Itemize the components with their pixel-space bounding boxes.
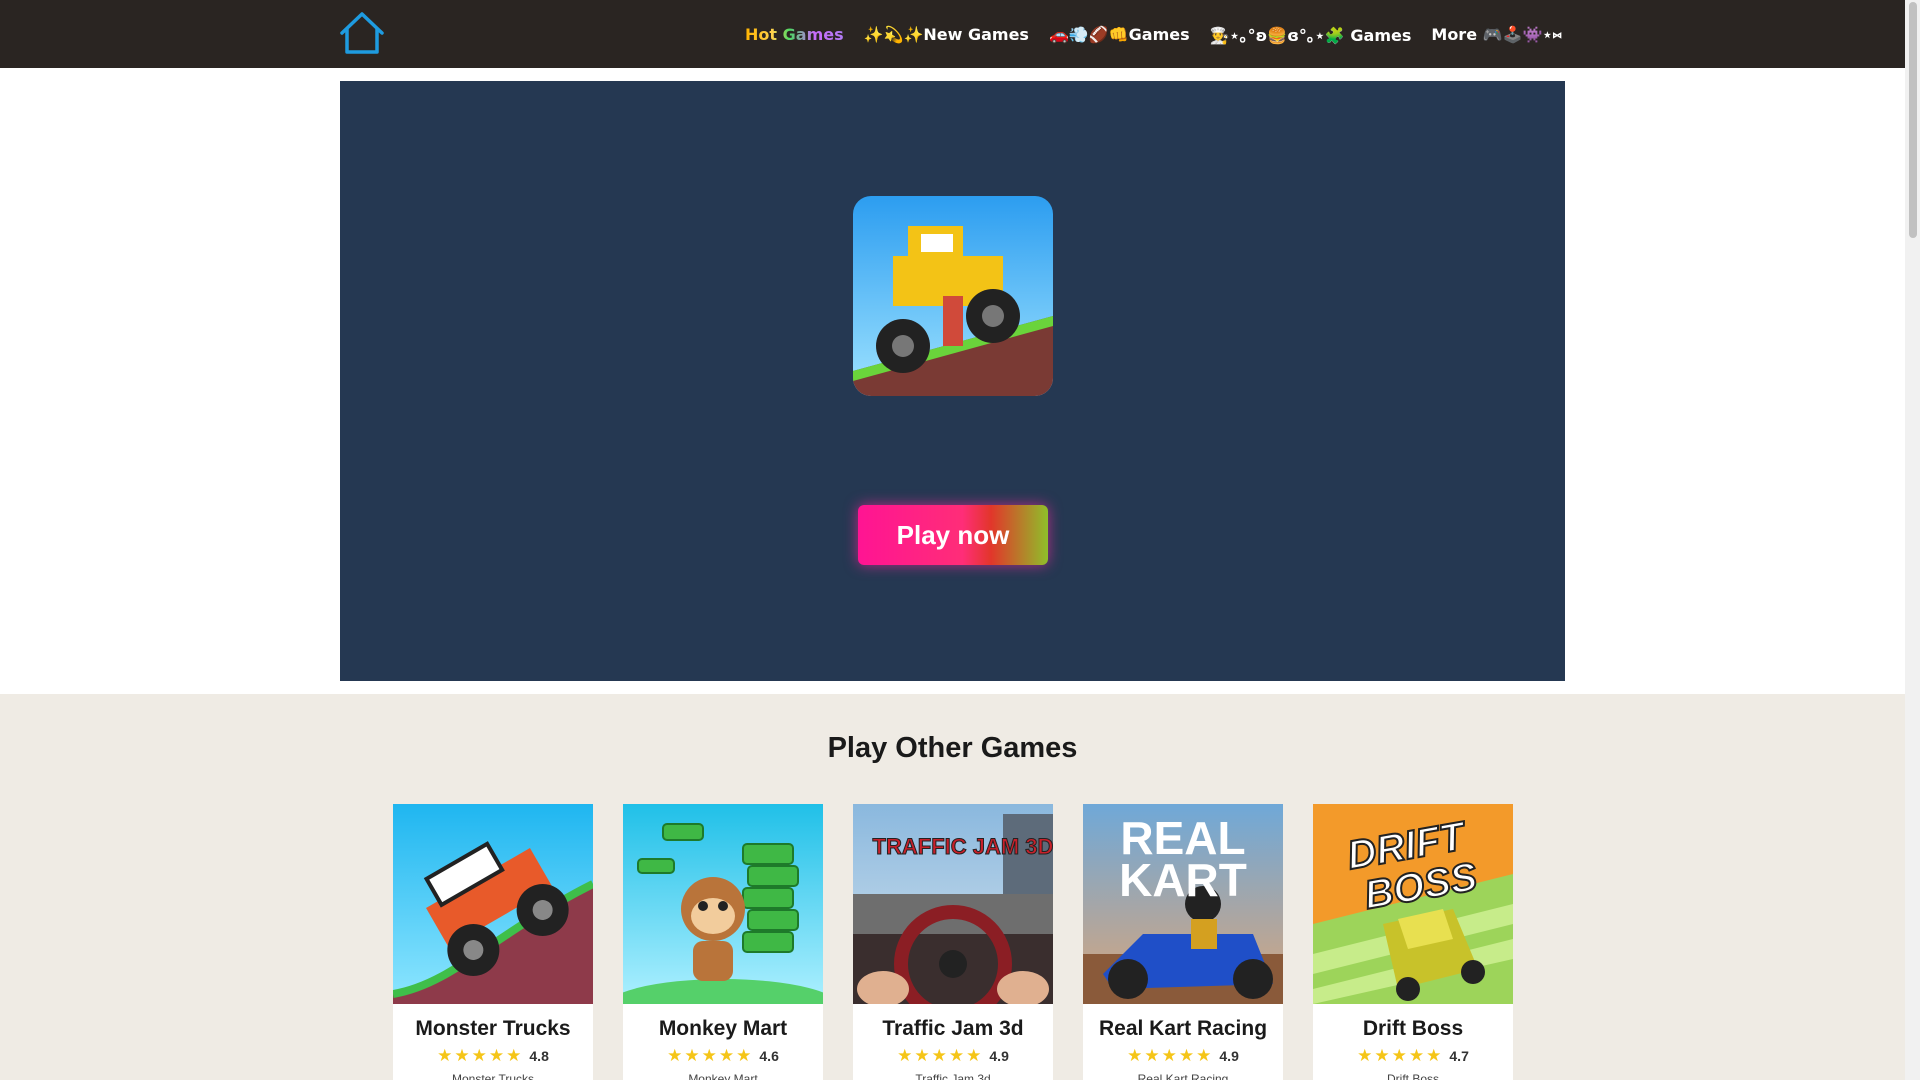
star-icon: ★ xyxy=(931,1046,947,1065)
hero-panel: Drive Mad Play now xyxy=(340,81,1565,681)
home-icon[interactable] xyxy=(338,10,386,56)
rating-stars: ★ ★ ★ ★ ★ 4.6 xyxy=(623,1047,823,1064)
star-icon: ★ xyxy=(914,1046,930,1065)
game-card-subtitle: Real Kart Racing xyxy=(1137,1072,1229,1080)
game-card-title: Traffic Jam 3d xyxy=(882,1017,1024,1040)
star-icon: ★ xyxy=(471,1046,487,1065)
star-icon: ★ xyxy=(1196,1046,1212,1065)
rating-value: 4.9 xyxy=(1219,1047,1239,1064)
rating-stars: ★ ★ ★ ★ ★ 4.8 xyxy=(393,1047,593,1064)
rating-stars: ★ ★ ★ ★ ★ 4.7 xyxy=(1313,1047,1513,1064)
drift-boss-thumbnail: DRIFT BOSS xyxy=(1313,804,1513,1004)
game-card-real-kart-racing[interactable]: REAL KART Real Kart Racing ★ ★ ★ ★ ★ 4.9… xyxy=(1083,804,1283,1080)
game-card-title: Drift Boss xyxy=(1362,1017,1464,1040)
rating-stars: ★ ★ ★ ★ ★ 4.9 xyxy=(1083,1047,1283,1064)
star-icon: ★ xyxy=(1161,1046,1177,1065)
star-icon: ★ xyxy=(897,1046,913,1065)
game-card-subtitle: Monster Trucks xyxy=(451,1072,535,1080)
game-card-subtitle: Monkey Mart xyxy=(688,1072,758,1080)
star-icon: ★ xyxy=(488,1046,505,1065)
game-card-subtitle: Traffic Jam 3d xyxy=(915,1072,991,1080)
game-card-monkey-mart[interactable]: Monkey Mart ★ ★ ★ ★ ★ 4.6 Monkey Mart xyxy=(623,804,823,1080)
real-kart-racing-thumbnail: REAL KART xyxy=(1083,804,1283,1004)
nav-links: Hot Games ✨💫✨New Games 🚗💨🏈👊Games 👨‍🍳⋆｡°ʚ… xyxy=(745,0,1562,68)
real-kart-logo-line2: KART xyxy=(1119,854,1247,906)
top-navbar: Hot Games ✨💫✨New Games 🚗💨🏈👊Games 👨‍🍳⋆｡°ʚ… xyxy=(0,0,1905,68)
page-scrollbar[interactable] xyxy=(1905,0,1920,1080)
star-icon: ★ xyxy=(1178,1046,1195,1065)
star-icon: ★ xyxy=(1426,1046,1442,1065)
game-card-subtitle: Drift Boss xyxy=(1386,1072,1439,1080)
star-icon: ★ xyxy=(701,1046,717,1065)
nav-link-cooking-puzzle-games[interactable]: 👨‍🍳⋆｡°ʚ🍔ɞ°｡⋆🧩 Games xyxy=(1210,22,1412,46)
star-icon: ★ xyxy=(966,1046,982,1065)
game-card-title: Monkey Mart xyxy=(658,1017,788,1040)
nav-link-more[interactable]: More 🎮🕹️👾⋆⑅ xyxy=(1431,25,1562,44)
nav-link-hot-games[interactable]: Hot Games xyxy=(745,25,844,44)
star-icon: ★ xyxy=(1357,1046,1373,1065)
star-icon: ★ xyxy=(1127,1046,1143,1065)
star-icon: ★ xyxy=(948,1046,965,1065)
star-icon: ★ xyxy=(718,1046,735,1065)
rating-stars: ★ ★ ★ ★ ★ 4.9 xyxy=(853,1047,1053,1064)
game-card-traffic-jam-3d[interactable]: TRAFFIC JAM 3D Traffic Jam 3d ★ ★ ★ ★ ★ … xyxy=(853,804,1053,1080)
game-card-monster-trucks[interactable]: Monster Trucks ★ ★ ★ ★ ★ 4.8 Monster Tru… xyxy=(393,804,593,1080)
nav-link-action-games[interactable]: 🚗💨🏈👊Games xyxy=(1049,25,1190,44)
star-icon: ★ xyxy=(454,1046,470,1065)
other-games-section: Play Other Games Monster Trucks ★ ★ ★ ★ … xyxy=(0,694,1905,1080)
rating-value: 4.6 xyxy=(759,1047,779,1064)
rating-value: 4.7 xyxy=(1449,1047,1469,1064)
section-heading: Play Other Games xyxy=(827,732,1078,764)
traffic-jam-3d-thumbnail: TRAFFIC JAM 3D xyxy=(853,804,1053,1004)
star-icon: ★ xyxy=(1408,1046,1425,1065)
star-icon: ★ xyxy=(667,1046,683,1065)
rating-value: 4.9 xyxy=(989,1047,1009,1064)
star-icon: ★ xyxy=(1144,1046,1160,1065)
star-icon: ★ xyxy=(1374,1046,1390,1065)
game-card-title: Real Kart Racing xyxy=(1098,1017,1268,1040)
monkey-mart-thumbnail xyxy=(623,804,823,1004)
nav-link-new-games[interactable]: ✨💫✨New Games xyxy=(864,25,1029,44)
star-icon: ★ xyxy=(437,1046,453,1065)
monster-trucks-thumbnail xyxy=(393,804,593,1004)
drive-mad-thumbnail[interactable] xyxy=(853,196,1053,396)
star-icon: ★ xyxy=(684,1046,700,1065)
star-icon: ★ xyxy=(1391,1046,1407,1065)
star-icon: ★ xyxy=(736,1046,752,1065)
game-card-drift-boss[interactable]: DRIFT BOSS Drift Boss ★ ★ ★ ★ ★ 4.7 Drif… xyxy=(1313,804,1513,1080)
scrollbar-thumb[interactable] xyxy=(1909,2,1917,238)
star-icon: ★ xyxy=(506,1046,522,1065)
game-card-title: Monster Trucks xyxy=(415,1017,571,1040)
traffic-jam-logo-text: TRAFFIC JAM 3D xyxy=(873,834,1053,859)
rating-value: 4.8 xyxy=(529,1047,549,1064)
play-now-button[interactable]: Play now xyxy=(858,505,1048,565)
